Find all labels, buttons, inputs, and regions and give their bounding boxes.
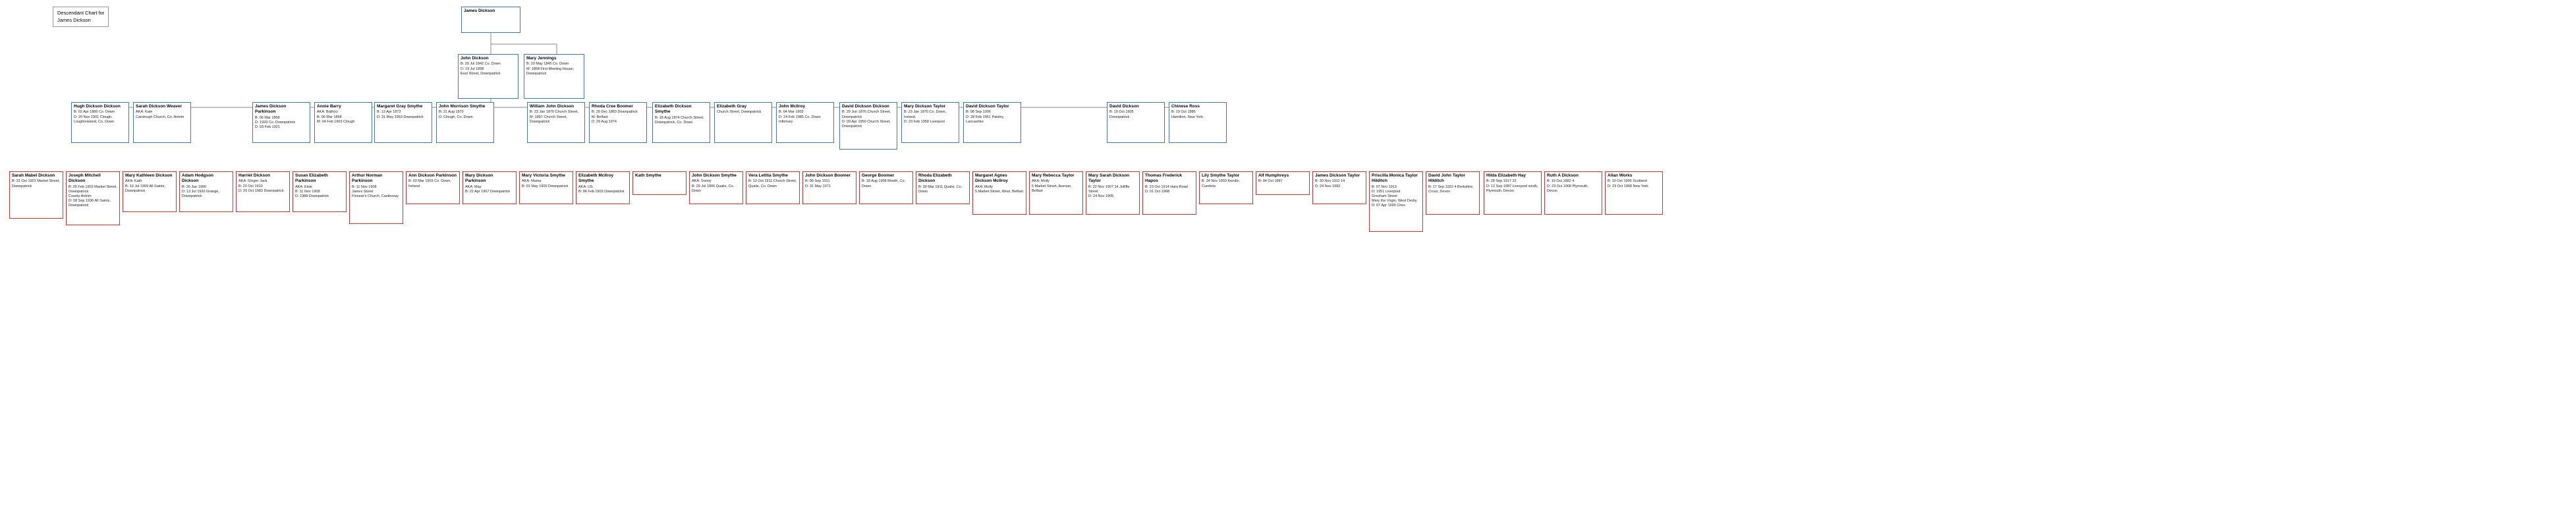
- person-mary-rebecca-taylor[interactable]: Mary Rebecca Taylor AKA: Molly 5 Market …: [1029, 171, 1083, 215]
- person-mary-sarah-dickson-taylor[interactable]: Mary Sarah Dickson Taylor B: 22 Nov 1907…: [1086, 171, 1140, 215]
- person-john-mcilroy[interactable]: John McIlroy B: 04 Mar 1903 D: 24 Feb 19…: [776, 102, 834, 143]
- person-john-dickson-smythe[interactable]: John Dickson Smythe AKA: Sonny B: 29 Jul…: [689, 171, 743, 204]
- person-mary-dickson-parkinson[interactable]: Mary Dickson Parkinson AKA: May B: 22 Ap…: [462, 171, 517, 204]
- connector-lines: [0, 0, 2576, 527]
- person-margaret-gray-smythe[interactable]: Margaret Gray Smythe B: 13 Apr 1873 D: 3…: [374, 102, 432, 143]
- person-elizabeth-dickson-smythe[interactable]: Elizabeth Dickson Smythe B: 18 Aug 1874 …: [652, 102, 710, 143]
- person-mary-jennings[interactable]: Mary Jennings B: 29 May 1845 Co. Down M:…: [524, 54, 584, 99]
- person-david-dickson-1905[interactable]: David Dickson B: 10 Oct 1905 Downpatrick: [1107, 102, 1165, 143]
- title-line2: James Dickson: [57, 17, 104, 24]
- person-mary-victoria-smythe[interactable]: Mary Victoria Smythe AKA: Mama B: 01 May…: [519, 171, 573, 204]
- person-susan-elizabeth-parkinson[interactable]: Susan Elizabeth Parkinson AKA: Elsie B: …: [293, 171, 347, 212]
- person-george-boomer[interactable]: George Boomer B: 18 Aug 1908 Mooth, Co. …: [859, 171, 913, 204]
- person-lily-smythe-taylor[interactable]: Lily Smythe Taylor B: 24 Nov 1903 Kendle…: [1199, 171, 1253, 204]
- person-rhoda-cree-boomer[interactable]: Rhoda Cree Boomer B: 29 Dec 1883 Downpat…: [589, 102, 647, 143]
- person-mary-dickson-taylor[interactable]: Mary Dickson Taylor B: 23 Jan 1870 Co. D…: [901, 102, 959, 143]
- person-elizabeth-mcilroy-smythe[interactable]: Elizabeth McIlroy Smythe AKA: US B: 06 F…: [576, 171, 630, 204]
- title-line1: Descendant Chart for: [57, 10, 104, 17]
- person-james-dickson-root[interactable]: James Dickson: [461, 7, 520, 33]
- person-hilda-elizabeth-hay[interactable]: Hilda Elizabeth Hay B: 28 Sep 1917 22 D:…: [1484, 171, 1542, 215]
- person-mary-kathleen-dickson[interactable]: Mary Kathleen Dickson AKA: Kath B: 13 Ju…: [123, 171, 177, 212]
- person-allan-works[interactable]: Allan Works B: 10 Oct 1905 Scotland D: 2…: [1605, 171, 1663, 215]
- person-james-dickson-taylor-gen3[interactable]: James Dickson Taylor B: 30 Nov 1911 14 D…: [1312, 171, 1366, 204]
- person-rhoda-elizabeth-dickson[interactable]: Rhoda Elizabeth Dickson B: 30 Mar 1911 Q…: [916, 171, 970, 204]
- person-john-dickson-boomer[interactable]: John Dickson Boomer B: 08 Sep 1911 D: 31…: [802, 171, 856, 204]
- person-alf-humphreys[interactable]: Alf Humphreys B: 04 Oct 1887: [1256, 171, 1310, 195]
- chart-container: Descendant Chart for James Dickson James…: [0, 0, 2576, 527]
- person-david-dickson-dickson[interactable]: David Dickson Dickson B: 29 Jun 1876 Chu…: [839, 102, 897, 150]
- person-adam-hodgson-dickson[interactable]: Adam Hodgson Dickson B: 26 Jun 1906 D: 1…: [179, 171, 233, 212]
- person-david-dickson-taylor[interactable]: David Dickson Taylor B: 08 Sep 1906 D: 2…: [963, 102, 1021, 143]
- person-hugh-dickson[interactable]: Hugh Dickson Dickson B: 02 Apr 1886 Co. …: [71, 102, 129, 143]
- person-ann-dickson-parkinson[interactable]: Ann Dickson Parkinson B: 03 Mar 1903 Co.…: [406, 171, 460, 204]
- person-name: James Dickson: [464, 9, 518, 14]
- person-elizabeth-gray[interactable]: Elizabeth Gray Church Street, Downpatric…: [714, 102, 772, 143]
- person-joseph-mitchell-dickson[interactable]: Joseph Mitchell Dickson B: 25 Feb 1903 M…: [66, 171, 120, 225]
- person-harriet-dickson[interactable]: Harriet Dickson AKA: Ginger Jack B: 23 O…: [236, 171, 290, 212]
- chart-title: Descendant Chart for James Dickson: [53, 7, 109, 27]
- person-ruth-a-dickson[interactable]: Ruth A Dickson B: 19 Oct 1882 4 D: 23 Oc…: [1544, 171, 1602, 215]
- person-sarah-mabel-dickson[interactable]: Sarah Mabel Dickson B: 31 Oct 1901 Marke…: [9, 171, 63, 219]
- person-william-john-dickson[interactable]: William John Dickson B: 23 Jan 1870 Chur…: [527, 102, 585, 143]
- person-david-john-taylor[interactable]: David John Taylor Hilditch B: 17 Sep 192…: [1426, 171, 1480, 215]
- person-kath-smythe[interactable]: Kath Smythe: [632, 171, 686, 195]
- person-thomas-frederick-hapos[interactable]: Thomas Frederick Hapos B: 23 Oct 1914 Ha…: [1142, 171, 1196, 215]
- person-john-dickson-1[interactable]: John Dickson B: 29 Jul 1842 Co. Down D: …: [458, 54, 518, 99]
- person-john-morrison-smythe[interactable]: John Morrison Smythe B: 21 Aug 1870 D: C…: [436, 102, 494, 143]
- person-james-dickson-parkinson[interactable]: James Dickson Parkinson B: 06 Mar 1868 D…: [252, 102, 310, 143]
- person-margaret-agnes-dickson[interactable]: Margaret Agnes Dickson McIlroy AKA: Moll…: [972, 171, 1026, 215]
- person-vera-letitia-smythe[interactable]: Vera Letitia Smythe B: 13 Oct 1911 Churc…: [746, 171, 800, 204]
- person-arthur-norman-parkinson[interactable]: Arthur Norman Parkinson B: 11 Nov 1908 J…: [349, 171, 403, 224]
- person-annie-barry[interactable]: Annie Barry AKA: Bath(s) B: 06 Mar 1868 …: [314, 102, 372, 143]
- person-sarah-dickson[interactable]: Sarah Dickson Weaver AKA: Kate Carnlough…: [133, 102, 191, 143]
- person-chinese-ross[interactable]: Chinese Ross B: 19 Oct 1885 Hamilton, Ne…: [1169, 102, 1227, 143]
- person-priscilla-monica-taylor[interactable]: Priscilla Monica Taylor Hilditch B: 07 N…: [1369, 171, 1423, 232]
